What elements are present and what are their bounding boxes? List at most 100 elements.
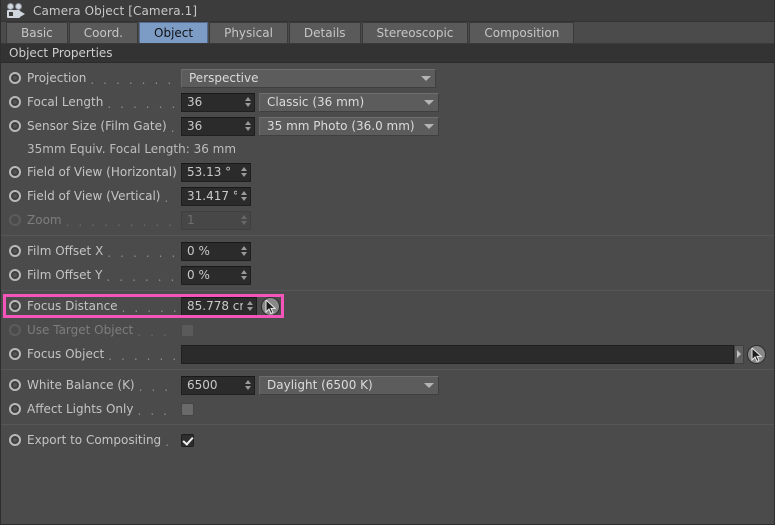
leader-dots: . . . . . . . . bbox=[137, 326, 177, 337]
track-dot-icon[interactable] bbox=[9, 434, 21, 446]
tab-object[interactable]: Object bbox=[139, 22, 209, 43]
sensor-size-input[interactable]: 36 bbox=[181, 116, 255, 136]
sensor-size-label: Sensor Size (Film Gate) bbox=[27, 119, 167, 133]
camera-object-panel: Camera Object [Camera.1] Basic Coord. Ob… bbox=[0, 0, 775, 525]
spinner-icon[interactable] bbox=[241, 377, 254, 394]
track-dot-icon[interactable] bbox=[9, 403, 21, 415]
fov-horizontal-control: 53.13 ° bbox=[181, 162, 251, 182]
spinner-icon[interactable] bbox=[237, 267, 250, 284]
track-dot-icon[interactable] bbox=[9, 166, 21, 178]
tab-composition[interactable]: Composition bbox=[469, 22, 575, 43]
export-to-compositing-label: Export to Compositing bbox=[27, 433, 162, 447]
zoom-input: 1 bbox=[181, 210, 251, 230]
white-balance-preset-dropdown[interactable]: Daylight (6500 K) bbox=[259, 375, 439, 395]
row-focus-distance: Focus Distance . . . . . . . . . . 85.77… bbox=[1, 294, 774, 318]
film-offset-x-control: 0 % bbox=[181, 241, 251, 261]
row-sensor-size: Sensor Size (Film Gate) . . 36 35 mm Pho… bbox=[1, 114, 774, 138]
focal-length-control: 36 Classic (36 mm) bbox=[181, 92, 439, 112]
focal-length-label-col: Focal Length . . . . . . . . . . . bbox=[9, 95, 181, 109]
sensor-size-control: 36 35 mm Photo (36.0 mm) bbox=[181, 116, 439, 136]
spinner-icon[interactable] bbox=[241, 94, 254, 111]
spinner-icon[interactable] bbox=[243, 298, 256, 315]
focus-distance-control: 85.778 cm bbox=[181, 296, 280, 316]
tab-physical[interactable]: Physical bbox=[209, 22, 288, 43]
spinner-icon[interactable] bbox=[237, 164, 250, 181]
export-to-compositing-label-col: Export to Compositing . . bbox=[9, 433, 181, 447]
row-focus-object: Focus Object . . . . . . . . . . . . bbox=[1, 342, 774, 366]
film-offset-x-input[interactable]: 0 % bbox=[181, 241, 251, 261]
track-dot-icon bbox=[9, 324, 21, 336]
cursor-pick-icon[interactable] bbox=[747, 344, 766, 364]
link-arrow-icon[interactable] bbox=[734, 344, 744, 364]
focus-distance-input[interactable]: 85.778 cm bbox=[181, 296, 257, 316]
projection-label-col: Projection . . . . . . . . . . . . . . bbox=[9, 71, 181, 85]
tab-coord[interactable]: Coord. bbox=[68, 22, 138, 43]
track-dot-icon[interactable] bbox=[9, 190, 21, 202]
affect-lights-only-checkbox[interactable] bbox=[181, 402, 194, 416]
zoom-control: 1 bbox=[181, 210, 251, 230]
film-offset-y-input[interactable]: 0 % bbox=[181, 265, 251, 285]
export-to-compositing-control bbox=[181, 433, 194, 447]
track-dot-icon[interactable] bbox=[9, 379, 21, 391]
white-balance-preset-value: Daylight (6500 K) bbox=[267, 378, 373, 392]
affect-lights-only-label-col: Affect Lights Only . . . . . . . bbox=[9, 402, 181, 416]
track-dot-icon bbox=[9, 214, 21, 226]
film-offset-x-label: Film Offset X bbox=[27, 244, 104, 258]
affect-lights-only-label: Affect Lights Only bbox=[27, 402, 134, 416]
row-fov-horizontal: Field of View (Horizontal) 53.13 ° bbox=[1, 160, 774, 184]
focal-length-input[interactable]: 36 bbox=[181, 92, 255, 112]
track-dot-icon[interactable] bbox=[9, 300, 21, 312]
white-balance-label-col: White Balance (K) . . . . . . . bbox=[9, 378, 181, 392]
equivalent-focal-length-text: 35mm Equiv. Focal Length: 36 mm bbox=[27, 142, 237, 156]
fov-vertical-input[interactable]: 31.417 ° bbox=[181, 186, 251, 206]
track-dot-icon[interactable] bbox=[9, 269, 21, 281]
track-dot-icon[interactable] bbox=[9, 72, 21, 84]
object-properties-header: Object Properties bbox=[1, 44, 774, 63]
leader-dots: . . . . . . . . . . . . bbox=[108, 350, 177, 361]
fov-horizontal-input[interactable]: 53.13 ° bbox=[181, 162, 251, 182]
fov-vertical-value: 31.417 ° bbox=[187, 189, 237, 203]
export-to-compositing-checkbox[interactable] bbox=[181, 433, 194, 447]
row-white-balance: White Balance (K) . . . . . . . 6500 Day… bbox=[1, 373, 774, 397]
focal-length-label: Focal Length bbox=[27, 95, 104, 109]
row-fov-vertical: Field of View (Vertical) . . . 31.417 ° bbox=[1, 184, 774, 208]
divider bbox=[1, 235, 774, 236]
focus-object-input[interactable] bbox=[181, 344, 734, 364]
spinner-icon[interactable] bbox=[237, 188, 250, 205]
film-offset-y-label: Film Offset Y bbox=[27, 268, 103, 282]
zoom-value: 1 bbox=[187, 213, 195, 227]
tab-stereoscopic[interactable]: Stereoscopic bbox=[361, 22, 469, 43]
affect-lights-only-control bbox=[181, 402, 194, 416]
window-titlebar: Camera Object [Camera.1] bbox=[1, 0, 774, 22]
sensor-size-preset-dropdown[interactable]: 35 mm Photo (36.0 mm) bbox=[259, 116, 439, 136]
track-dot-icon[interactable] bbox=[9, 120, 21, 132]
fov-horizontal-label: Field of View (Horizontal) bbox=[27, 165, 177, 179]
spinner-icon[interactable] bbox=[237, 243, 250, 260]
white-balance-label: White Balance (K) bbox=[27, 378, 135, 392]
fov-vertical-label-col: Field of View (Vertical) . . . bbox=[9, 189, 181, 203]
leader-dots: . . . . . . . . . . . . . . bbox=[90, 74, 177, 85]
focus-object-label: Focus Object bbox=[27, 347, 105, 361]
focal-length-preset-dropdown[interactable]: Classic (36 mm) bbox=[259, 92, 439, 112]
tab-basic[interactable]: Basic bbox=[6, 22, 68, 43]
sensor-size-preset-value: 35 mm Photo (36.0 mm) bbox=[267, 119, 415, 133]
spinner-icon bbox=[237, 212, 250, 229]
use-target-object-label-col: Use Target Object . . . . . . . . bbox=[9, 323, 181, 337]
cursor-pick-icon[interactable] bbox=[261, 296, 280, 316]
spinner-icon[interactable] bbox=[241, 118, 254, 135]
fov-vertical-label: Field of View (Vertical) bbox=[27, 189, 161, 203]
fov-horizontal-value: 53.13 ° bbox=[187, 165, 232, 179]
row-film-offset-x: Film Offset X . . . . . . . . . . . . 0 … bbox=[1, 239, 774, 263]
chevron-down-icon bbox=[420, 382, 438, 388]
track-dot-icon[interactable] bbox=[9, 96, 21, 108]
row-zoom: Zoom . . . . . . . . . . . . . . . . . 1 bbox=[1, 208, 774, 232]
leader-dots: . . . . . . . . . . . bbox=[107, 98, 177, 109]
projection-dropdown[interactable]: Perspective bbox=[181, 68, 436, 88]
track-dot-icon[interactable] bbox=[9, 245, 21, 257]
window-title: Camera Object [Camera.1] bbox=[33, 3, 198, 18]
leader-dots: . . bbox=[165, 436, 177, 447]
track-dot-icon[interactable] bbox=[9, 348, 21, 360]
film-offset-x-value: 0 % bbox=[187, 244, 210, 258]
white-balance-input[interactable]: 6500 bbox=[181, 375, 255, 395]
tab-details[interactable]: Details bbox=[288, 22, 361, 43]
